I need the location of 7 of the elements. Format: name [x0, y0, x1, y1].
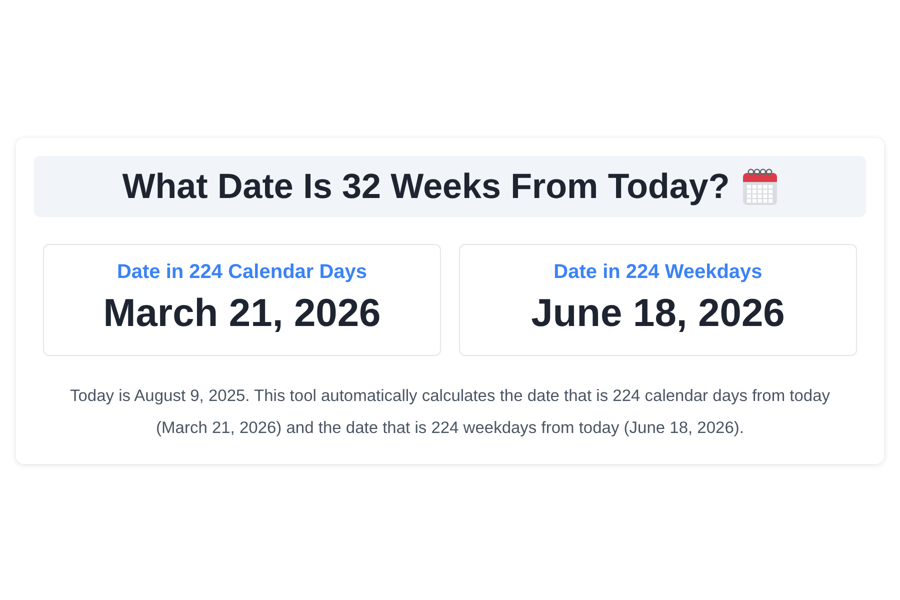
- result-label: Date in 224 Calendar Days: [116, 261, 368, 284]
- result-date: March 21, 2026: [103, 292, 381, 336]
- result-label: Date in 224 Weekdays: [554, 261, 762, 284]
- calendar-icon: [742, 168, 778, 206]
- description: Today is August 9, 2025. This tool automatically calculates the date that is 224 calendar days from today (March 21, 2026) and the date that is 224 weekdays from today (June 18, 2026).: [68, 386, 832, 439]
- page-title: What Date Is 32 Weeks From Today?: [122, 166, 730, 206]
- result-date: June 18, 2026: [531, 292, 785, 336]
